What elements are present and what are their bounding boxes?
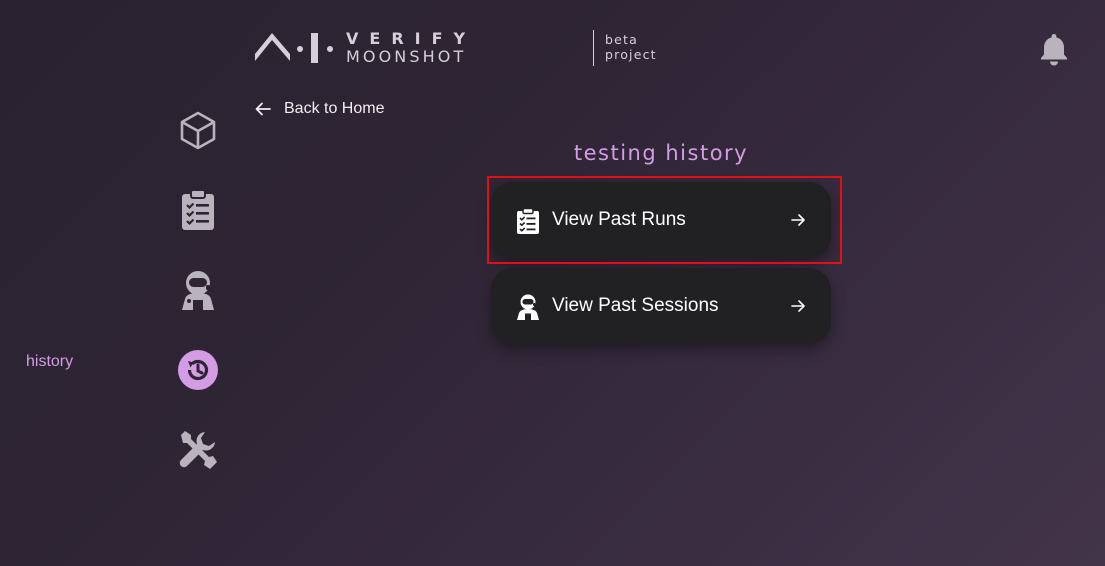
logo-moonshot-text: MOONSHOT bbox=[346, 47, 467, 66]
nav-item-cube[interactable] bbox=[177, 109, 219, 151]
nav-item-clipboard[interactable] bbox=[177, 189, 219, 231]
logo-verify-text: VERIFY bbox=[346, 29, 477, 48]
astronaut-icon bbox=[182, 271, 214, 310]
arrow-left-icon bbox=[255, 102, 271, 116]
clipboard-icon bbox=[517, 208, 539, 234]
logo-divider bbox=[593, 30, 594, 66]
cube-icon bbox=[180, 111, 216, 150]
arrow-right-icon bbox=[791, 300, 805, 312]
logo-project-text: project bbox=[605, 47, 657, 62]
app-logo: VERIFY MOONSHOT beta project bbox=[254, 30, 656, 66]
nav-item-astronaut[interactable] bbox=[177, 269, 219, 311]
logo-beta-tag: beta project bbox=[605, 32, 657, 62]
view-past-sessions-button[interactable]: View Past Sessions bbox=[491, 268, 831, 344]
tools-icon bbox=[179, 431, 217, 469]
astronaut-icon bbox=[517, 294, 539, 320]
back-to-home-link[interactable]: Back to Home bbox=[254, 98, 384, 120]
logo-beta-text: beta bbox=[605, 32, 638, 47]
aiverify-logo-mark bbox=[255, 33, 333, 63]
page-title: testing history bbox=[573, 141, 749, 165]
back-to-home-label: Back to Home bbox=[284, 100, 385, 117]
bell-icon[interactable] bbox=[1039, 32, 1069, 66]
clipboard-icon bbox=[182, 189, 214, 230]
history-icon bbox=[178, 350, 218, 390]
view-past-runs-button[interactable]: View Past Runs bbox=[491, 182, 831, 258]
nav-active-label: history bbox=[26, 353, 74, 370]
nav-item-history[interactable] bbox=[177, 349, 219, 391]
view-past-runs-label: View Past Runs bbox=[552, 209, 686, 230]
arrow-right-icon bbox=[791, 214, 805, 226]
nav-item-tools[interactable] bbox=[177, 429, 219, 471]
view-past-sessions-label: View Past Sessions bbox=[552, 295, 719, 316]
